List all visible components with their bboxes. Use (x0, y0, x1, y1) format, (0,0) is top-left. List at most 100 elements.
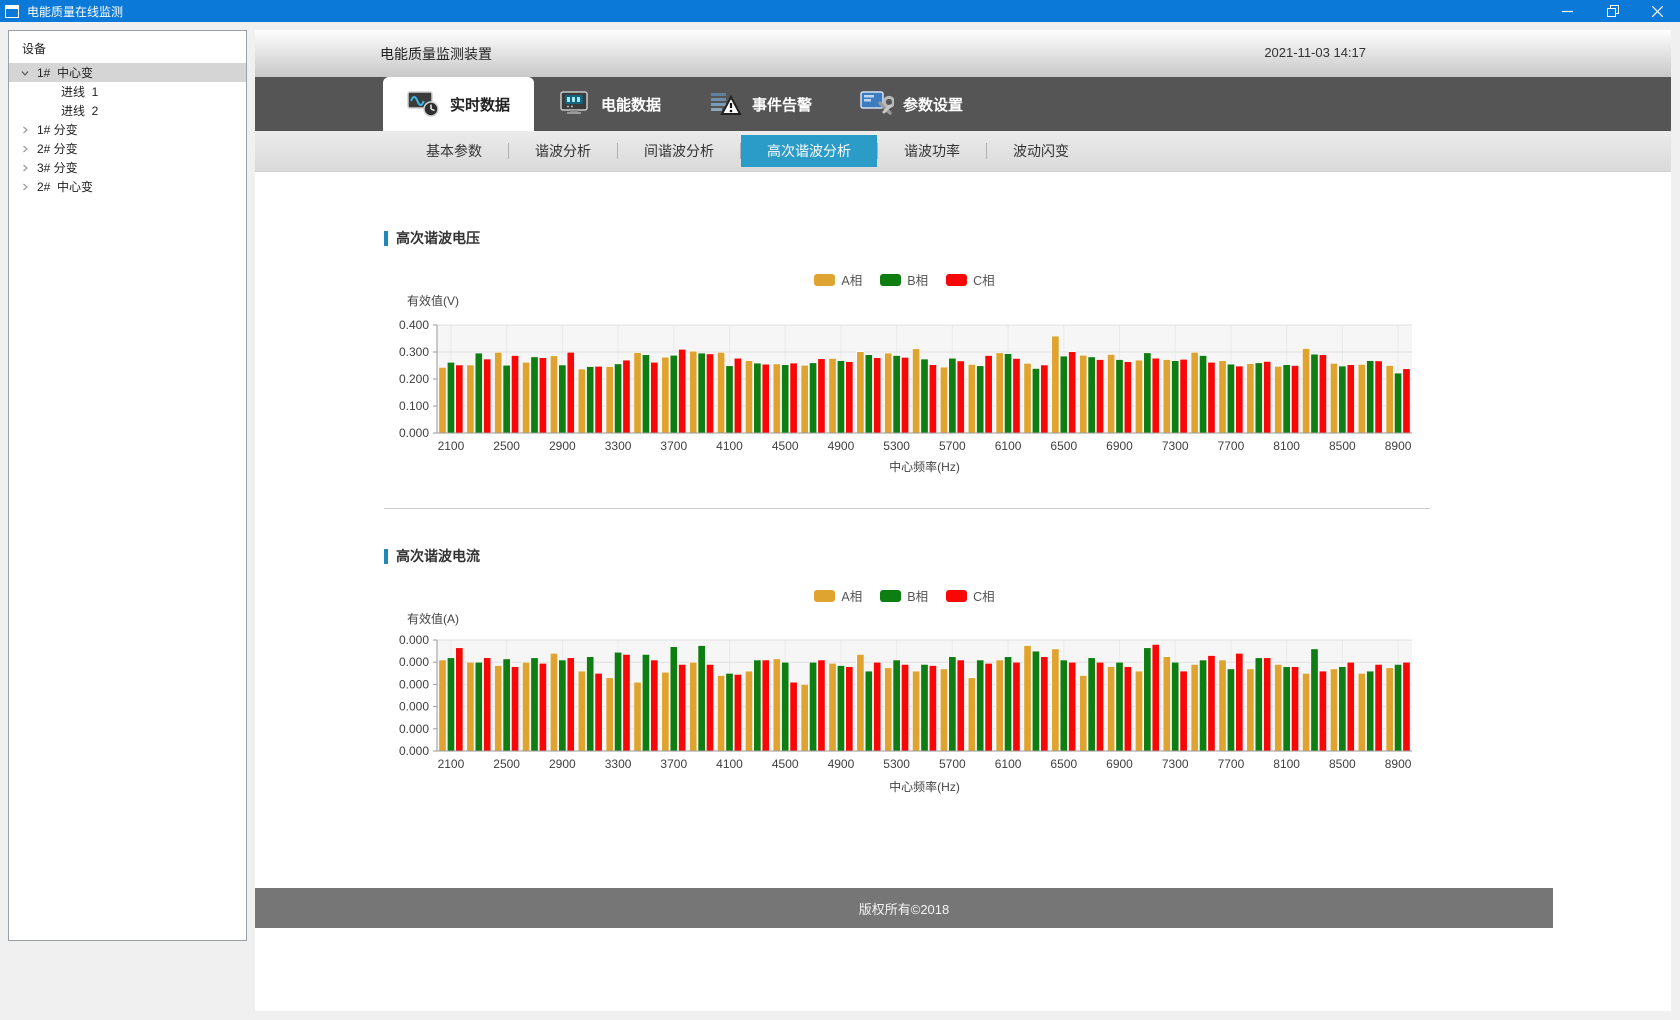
sub-tab-谐波分析[interactable]: 谐波分析 (509, 135, 617, 167)
tree-child-item[interactable]: 进线 2 (9, 101, 246, 120)
svg-text:8500: 8500 (1329, 757, 1356, 771)
current-bar-chart: 0.0000.0000.0000.0000.0000.0002100250029… (377, 629, 1432, 784)
sub-tab-谐波功率[interactable]: 谐波功率 (878, 135, 986, 167)
tree-item[interactable]: 2# 分变 (9, 139, 246, 158)
svg-text:2500: 2500 (493, 757, 520, 771)
svg-text:0.100: 0.100 (399, 399, 429, 413)
svg-text:0.300: 0.300 (399, 345, 429, 359)
tree-item[interactable]: 3# 分变 (9, 158, 246, 177)
svg-text:2100: 2100 (438, 439, 465, 453)
energy-data-icon (558, 90, 592, 118)
tree-item[interactable]: 1# 分变 (9, 120, 246, 139)
device-tree-title: 设备 (9, 31, 246, 63)
main-tab-实时数据[interactable]: 实时数据 (383, 77, 534, 131)
tree-item[interactable]: 1# 中心变 (9, 63, 246, 82)
main-tab-参数设置[interactable]: 参数设置 (836, 77, 987, 131)
svg-text:7700: 7700 (1218, 757, 1245, 771)
sub-tab-高次谐波分析[interactable]: 高次谐波分析 (741, 135, 877, 167)
legend-item: C相 (946, 586, 995, 605)
chevron-right-icon[interactable] (19, 182, 31, 192)
svg-text:0.000: 0.000 (399, 426, 429, 440)
sub-tabbar: 基本参数谐波分析间谐波分析高次谐波分析谐波功率波动闪变 (255, 131, 1671, 172)
svg-text:3300: 3300 (605, 757, 632, 771)
restore-button[interactable] (1590, 0, 1635, 22)
svg-text:5300: 5300 (883, 439, 910, 453)
current-x-axis-title: 中心频率(Hz) (437, 778, 1412, 795)
svg-text:0.200: 0.200 (399, 372, 429, 386)
main-tab-事件告警[interactable]: 事件告警 (685, 77, 836, 131)
sub-tab-波动闪变[interactable]: 波动闪变 (987, 135, 1095, 167)
chevron-right-icon[interactable] (19, 144, 31, 154)
sub-tab-基本参数[interactable]: 基本参数 (400, 135, 508, 167)
section-marker-icon (384, 231, 388, 246)
section-title-current: 高次谐波电流 (384, 546, 480, 566)
chevron-down-icon[interactable] (19, 68, 31, 78)
device-tree-panel: 设备 1# 中心变进线 1进线 21# 分变2# 分变3# 分变 2# 中心变 (8, 30, 247, 941)
svg-text:4500: 4500 (772, 757, 799, 771)
legend-label: C相 (973, 270, 995, 289)
current-y-axis-title: 有效值(A) (407, 610, 459, 627)
close-button[interactable] (1635, 0, 1680, 22)
tree-item[interactable]: 2# 中心变 (9, 177, 246, 196)
svg-text:4900: 4900 (828, 757, 855, 771)
main-tab-label: 事件告警 (752, 94, 812, 115)
svg-text:6100: 6100 (995, 757, 1022, 771)
legend-item: C相 (946, 270, 995, 289)
svg-text:3700: 3700 (660, 439, 687, 453)
svg-text:4500: 4500 (772, 439, 799, 453)
main-tab-电能数据[interactable]: 电能数据 (534, 77, 685, 131)
window-title: 电能质量在线监测 (27, 3, 123, 20)
svg-text:7300: 7300 (1162, 757, 1189, 771)
svg-text:8100: 8100 (1273, 439, 1300, 453)
tree-item-label: 1# 分变 (37, 121, 78, 138)
legend-voltage: A相 B相 C相 (377, 270, 1432, 289)
datetime-label: 2021-11-03 14:17 (1264, 45, 1366, 60)
svg-text:5300: 5300 (883, 757, 910, 771)
svg-text:6500: 6500 (1050, 757, 1077, 771)
window-titlebar: 电能质量在线监测 (0, 0, 1680, 22)
svg-text:7300: 7300 (1162, 439, 1189, 453)
tree-item-label: 2# 中心变 (37, 178, 93, 195)
svg-text:7700: 7700 (1218, 439, 1245, 453)
section-divider (384, 508, 1430, 509)
event-alarm-icon (709, 90, 743, 118)
svg-text:8900: 8900 (1385, 439, 1412, 453)
device-tree: 1# 中心变进线 1进线 21# 分变2# 分变3# 分变 2# 中心变 (9, 63, 246, 196)
content-header: 电能质量监测装置 2021-11-03 14:17 (255, 30, 1671, 77)
svg-text:3700: 3700 (660, 757, 687, 771)
legend-label: A相 (841, 586, 862, 605)
legend-item: B相 (880, 270, 928, 289)
minimize-button[interactable] (1545, 0, 1590, 22)
svg-text:0.000: 0.000 (399, 633, 429, 647)
chevron-right-icon[interactable] (19, 163, 31, 173)
svg-text:6500: 6500 (1050, 439, 1077, 453)
legend-swatch (814, 590, 835, 602)
main-tabbar: 实时数据 电能数据 事件告警 参数设置 (255, 77, 1671, 131)
section-title-voltage: 高次谐波电压 (384, 228, 480, 248)
legend-label: A相 (841, 270, 862, 289)
footer-bar: 版权所有©2018 (255, 888, 1553, 928)
tree-child-item[interactable]: 进线 1 (9, 82, 246, 101)
sub-tab-间谐波分析[interactable]: 间谐波分析 (618, 135, 740, 167)
svg-text:8100: 8100 (1273, 757, 1300, 771)
tree-item-label: 3# 分变 (37, 159, 78, 176)
svg-text:8500: 8500 (1329, 439, 1356, 453)
legend-item: A相 (814, 586, 862, 605)
chevron-right-icon[interactable] (19, 125, 31, 135)
svg-text:3300: 3300 (605, 439, 632, 453)
legend-label: B相 (907, 270, 928, 289)
svg-text:6900: 6900 (1106, 757, 1133, 771)
copyright-text: 版权所有©2018 (859, 899, 950, 918)
section-marker-icon (384, 549, 388, 564)
main-tab-label: 实时数据 (450, 94, 510, 115)
legend-swatch (946, 590, 967, 602)
svg-text:2500: 2500 (493, 439, 520, 453)
legend-item: B相 (880, 586, 928, 605)
legend-swatch (946, 274, 967, 286)
legend-label: C相 (973, 586, 995, 605)
main-tab-label: 电能数据 (601, 94, 661, 115)
svg-text:0.000: 0.000 (399, 700, 429, 714)
param-settings-icon (860, 90, 894, 118)
svg-text:2900: 2900 (549, 757, 576, 771)
svg-text:4100: 4100 (716, 439, 743, 453)
